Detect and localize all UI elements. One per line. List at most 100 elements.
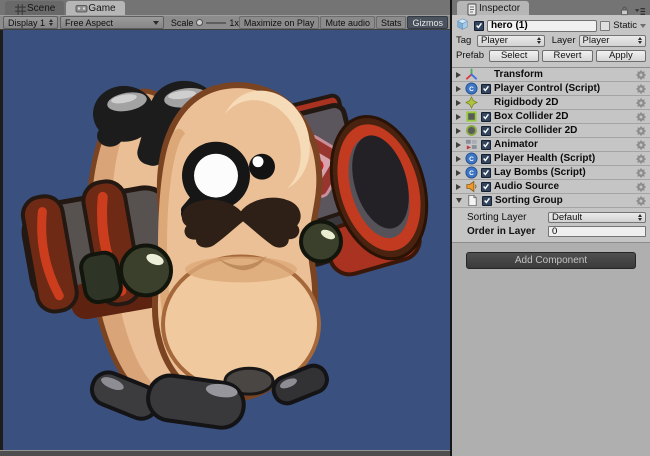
gear-icon[interactable] [635,195,647,207]
popup-arrows-icon [638,37,642,44]
toolbar-button[interactable]: Maximize on Play [239,16,320,29]
gear-icon[interactable] [635,111,647,123]
static-label: Static [613,20,637,31]
order-in-layer-field[interactable] [548,226,646,237]
order-in-layer-label: Order in Layer [456,226,548,237]
gameobject-header: Static Tag Player Layer Player Prefab [452,15,650,68]
game-icon [75,3,85,13]
tag-dropdown[interactable]: Player [477,35,545,47]
gear-icon[interactable] [635,181,647,193]
script-icon: C [465,166,478,179]
component-row[interactable]: Audio Source [452,180,650,194]
slider-knob[interactable] [196,19,203,26]
foldout-arrow-icon[interactable] [456,170,461,176]
gameobject-cube-icon [456,18,471,33]
component-row[interactable]: Circle Collider 2D [452,124,650,138]
unity-editor-window: Scene Game Display 1 Free Aspect Scale [0,0,650,456]
prefab-label: Prefab [456,50,486,61]
component-row[interactable]: C Player Health (Script) [452,152,650,166]
game-toolbar: Display 1 Free Aspect Scale 1x Maximize … [0,15,450,30]
game-tabstrip: Scene Game [0,0,450,15]
inspector-icon [466,3,476,13]
gear-icon[interactable] [635,69,647,81]
foldout-arrow-icon[interactable] [456,128,461,134]
view-tab[interactable]: Scene [5,1,64,15]
add-component-button[interactable]: Add Component [466,252,636,269]
game-viewport[interactable] [0,30,450,450]
chevron-down-icon [153,21,159,25]
foldout-arrow-icon[interactable] [456,198,462,203]
foldout-arrow-icon[interactable] [456,72,461,78]
popup-arrows-icon [537,37,541,44]
component-row[interactable]: Sorting Group [452,194,650,208]
transform-icon [465,68,478,81]
script-icon: C [465,82,478,95]
component-row[interactable]: C Player Control (Script) [452,82,650,96]
scale-slider[interactable]: Scale 1x [171,18,239,28]
foldout-arrow-icon[interactable] [456,114,461,120]
foldout-arrow-icon[interactable] [456,86,461,92]
prefab-button[interactable]: Select [489,50,539,62]
component-enabled-checkbox[interactable] [481,154,491,164]
gear-icon[interactable] [635,167,647,179]
component-row[interactable]: Animator [452,138,650,152]
panel-menu-icon[interactable] [634,5,646,15]
component-row[interactable]: C Lay Bombs (Script) [452,166,650,180]
component-enabled-checkbox[interactable] [481,112,491,122]
page-icon [466,194,479,207]
component-row[interactable]: Box Collider 2D [452,110,650,124]
component-enabled-checkbox[interactable] [482,196,492,206]
active-checkbox[interactable] [474,21,484,31]
foldout-arrow-icon[interactable] [456,184,461,190]
component-enabled-checkbox[interactable] [481,126,491,136]
gear-icon[interactable] [635,139,647,151]
rigidbody-icon [465,96,478,109]
layer-dropdown[interactable]: Player [579,35,647,47]
prefab-button[interactable]: Revert [542,50,592,62]
toolbar-button[interactable]: Mute audio [320,16,375,29]
component-row[interactable]: Transform [452,68,650,82]
gear-icon[interactable] [635,83,647,95]
component-row[interactable]: Rigidbody 2D [452,96,650,110]
tab-inspector[interactable]: Inspector [457,1,529,15]
display-dropdown[interactable]: Display 1 [3,16,58,29]
inspector-tabstrip: Inspector [452,0,650,15]
gear-icon[interactable] [635,153,647,165]
scene-icon [14,3,24,13]
component-list: Transform C Player Control (Script) [452,68,650,208]
layer-label: Layer [548,35,576,46]
static-checkbox[interactable] [600,21,610,31]
inspector-panel: Inspector [450,0,650,456]
window-bottom-edge [0,450,450,456]
component-enabled-checkbox[interactable] [481,140,491,150]
box-collider-icon [465,110,478,123]
static-dropdown-icon[interactable] [640,24,646,28]
audio-icon [465,180,478,193]
popup-arrows-icon [49,19,53,26]
tag-label: Tag [456,35,474,46]
lock-icon[interactable] [619,4,630,15]
gameobject-name-field[interactable] [487,20,597,32]
component-enabled-checkbox[interactable] [481,168,491,178]
view-tab[interactable]: Game [66,1,124,15]
inspector-empty-area: Add Component [452,243,650,456]
foldout-arrow-icon[interactable] [456,156,461,162]
toolbar-button[interactable]: Gizmos [407,16,448,29]
scale-label: Scale [171,18,194,28]
sorting-layer-label: Sorting Layer [456,212,548,223]
foldout-arrow-icon[interactable] [456,100,461,106]
gear-icon[interactable] [635,97,647,109]
foldout-arrow-icon[interactable] [456,142,461,148]
scale-value: 1x [229,18,239,28]
game-panel: Scene Game Display 1 Free Aspect Scale [0,0,450,456]
sorting-layer-dropdown[interactable]: Default [548,212,646,223]
slider-track [206,22,226,24]
prefab-button[interactable]: Apply [596,50,646,62]
svg-text:C: C [469,156,474,163]
gear-icon[interactable] [635,125,647,137]
toolbar-button[interactable]: Stats [376,16,407,29]
component-enabled-checkbox[interactable] [481,182,491,192]
svg-text:C: C [469,86,474,93]
component-enabled-checkbox[interactable] [481,84,491,94]
aspect-dropdown[interactable]: Free Aspect [60,16,164,29]
